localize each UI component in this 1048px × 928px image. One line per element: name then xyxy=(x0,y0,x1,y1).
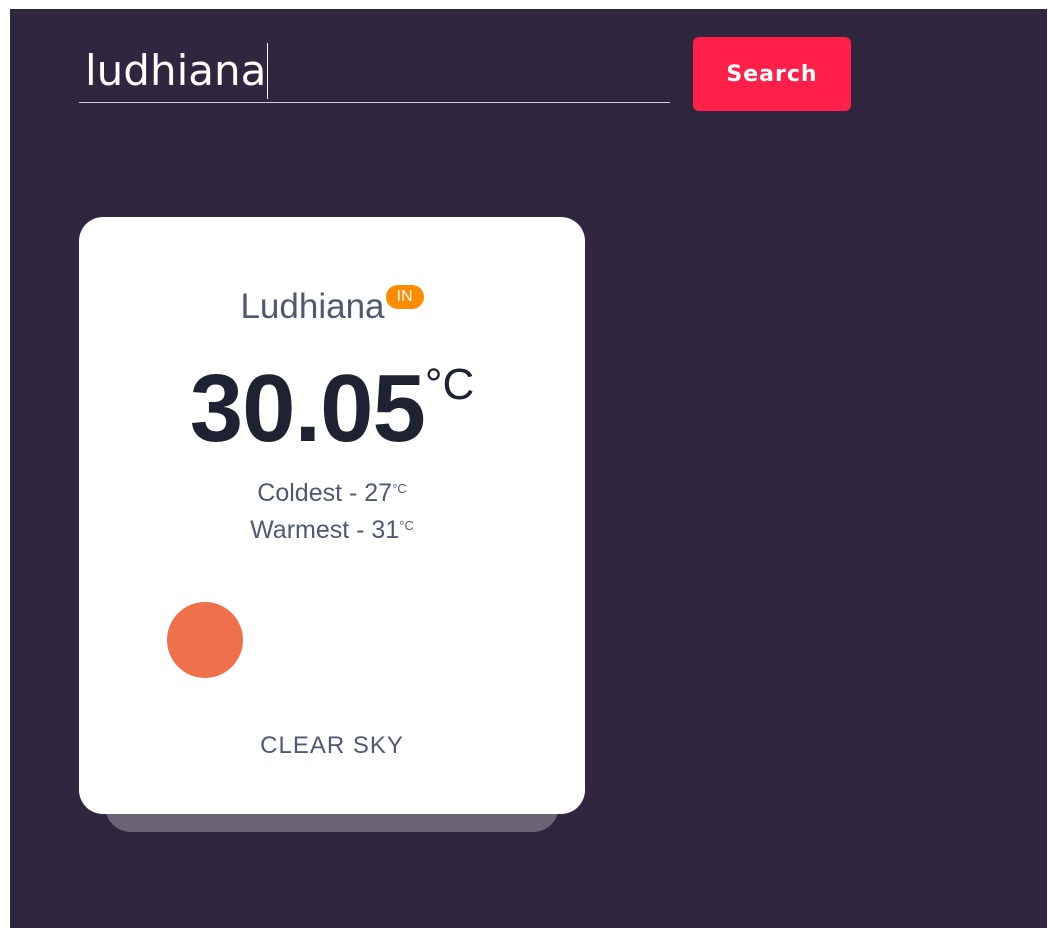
weather-card: Ludhiana IN 30.05°C Coldest - 27°C Warmes… xyxy=(79,217,585,814)
search-button[interactable]: Search xyxy=(693,37,851,111)
warmest-unit: °C xyxy=(399,518,414,533)
coldest-label: Coldest - 27 xyxy=(257,479,393,507)
temperature-row: 30.05°C xyxy=(79,354,585,464)
search-input[interactable] xyxy=(79,39,670,103)
temperature-unit: °C xyxy=(424,360,475,409)
country-badge: IN xyxy=(385,285,424,309)
warmest-label: Warmest - 31 xyxy=(250,516,400,544)
warmest-temperature: Warmest - 31°C xyxy=(79,516,585,545)
weather-description: CLEAR SKY xyxy=(260,732,404,759)
city-name: Ludhiana xyxy=(240,287,385,326)
coldest-unit: °C xyxy=(392,481,407,496)
text-cursor xyxy=(267,43,268,99)
temperature-value: 30.05 xyxy=(189,355,426,462)
city-row: Ludhiana IN xyxy=(79,285,585,327)
app-container: Search LudhianaIN 30.05°C Coldest - 27°C… xyxy=(10,9,1047,928)
sun-icon xyxy=(167,602,243,678)
coldest-temperature: Coldest - 27°C xyxy=(79,479,585,508)
